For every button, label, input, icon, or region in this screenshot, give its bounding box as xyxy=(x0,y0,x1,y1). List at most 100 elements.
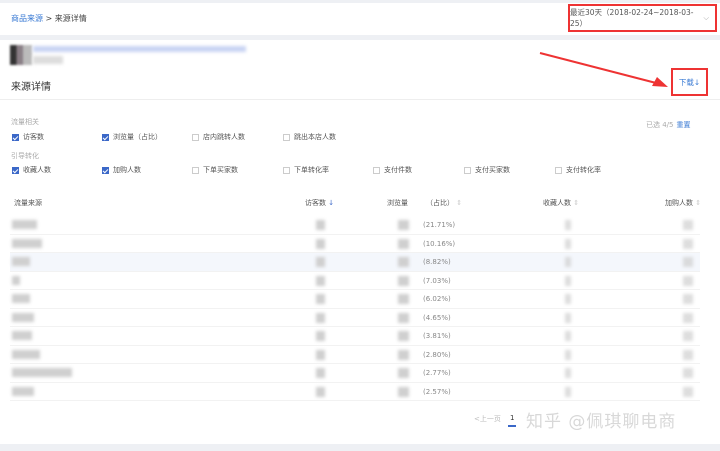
header-addcart-label: 加购人数 xyxy=(665,199,693,207)
source-blurred[interactable] xyxy=(12,349,40,359)
metric-checkbox[interactable]: 支付件数 xyxy=(373,165,412,175)
prev-page-button[interactable]: <上一页 xyxy=(474,414,501,424)
table-row[interactable]: (21.71%) xyxy=(10,216,700,235)
visitors-blurred xyxy=(316,294,325,304)
sort-icon: ⇕ xyxy=(695,199,702,207)
download-button[interactable]: 下载↓ xyxy=(671,68,708,96)
metric-checkbox[interactable]: 支付买家数 xyxy=(464,165,510,175)
checkbox-icon[interactable] xyxy=(192,166,199,174)
share-value: (4.65%) xyxy=(423,313,451,322)
page-1-button[interactable]: 1 xyxy=(508,414,517,427)
table-row[interactable]: (7.03%) xyxy=(10,272,700,290)
metric-checkbox[interactable]: 跳出本店人数 xyxy=(283,132,336,142)
addcart-blurred xyxy=(683,368,693,378)
header-visitors-label: 访客数 xyxy=(305,199,326,207)
visitors-blurred xyxy=(316,312,325,323)
addcart-blurred xyxy=(683,238,693,249)
metric-checkbox[interactable]: 支付转化率 xyxy=(555,165,601,175)
metric-checkbox[interactable]: 访客数 xyxy=(12,132,44,142)
reset-button[interactable]: 重置 xyxy=(677,121,691,129)
header-share-label: （占比） xyxy=(426,199,454,207)
checkbox-icon[interactable] xyxy=(192,133,199,141)
source-blurred[interactable] xyxy=(12,331,32,340)
table-row[interactable]: (2.80%) xyxy=(10,346,700,364)
date-range-label: 最近30天（2018-02-24~2018-03-25） xyxy=(570,8,694,28)
visitors-blurred xyxy=(316,257,325,267)
sort-icon: ⇕ xyxy=(456,199,463,207)
favorites-blurred xyxy=(565,220,571,230)
metric-label: 浏览量（占比） xyxy=(113,133,162,141)
header-addcart[interactable]: 加购人数 ⇕ xyxy=(665,198,701,208)
metric-checkbox[interactable]: 收藏人数 xyxy=(12,165,51,175)
addcart-blurred xyxy=(683,257,693,267)
metric-label: 店内跳转人数 xyxy=(203,133,245,141)
checkbox-icon[interactable] xyxy=(283,133,290,141)
metric-label: 访客数 xyxy=(23,133,44,141)
checkbox-icon[interactable] xyxy=(555,166,562,174)
checkbox-icon[interactable] xyxy=(373,166,380,174)
table-row[interactable]: (3.81%) xyxy=(10,327,700,346)
divider xyxy=(0,99,720,100)
checkbox-icon[interactable] xyxy=(283,166,290,174)
source-blurred[interactable] xyxy=(12,257,30,266)
share-value: (10.16%) xyxy=(423,239,456,248)
pageviews-blurred xyxy=(398,331,409,341)
table-row[interactable]: (8.82%) xyxy=(10,253,700,272)
checkbox-icon[interactable] xyxy=(464,166,471,174)
group-label-conversion: 引导转化 xyxy=(11,152,39,160)
source-blurred[interactable] xyxy=(12,220,37,229)
table-row[interactable]: (4.65%) xyxy=(10,309,700,327)
share-value: (7.03%) xyxy=(423,276,451,285)
checkbox-icon[interactable] xyxy=(12,166,19,174)
breadcrumb-separator: > xyxy=(45,14,53,23)
metric-checkbox[interactable]: 下单转化率 xyxy=(283,165,329,175)
pageviews-blurred xyxy=(398,386,409,397)
metric-label: 下单转化率 xyxy=(294,166,329,174)
checkbox-icon[interactable] xyxy=(102,133,109,141)
checkbox-icon[interactable] xyxy=(12,133,19,141)
header-share[interactable]: （占比） ⇕ xyxy=(426,198,462,208)
pageviews-blurred xyxy=(398,349,409,360)
favorites-blurred xyxy=(565,349,571,360)
metric-checkbox[interactable]: 店内跳转人数 xyxy=(192,132,245,142)
favorites-blurred xyxy=(565,257,571,267)
pageviews-blurred xyxy=(398,312,409,323)
addcart-blurred xyxy=(683,331,693,341)
share-value: (2.77%) xyxy=(423,369,451,377)
group-label-traffic: 流量相关 xyxy=(11,118,39,126)
visitors-blurred xyxy=(316,386,325,397)
metric-label: 支付转化率 xyxy=(566,166,601,174)
metric-checkbox[interactable]: 加购人数 xyxy=(102,165,141,175)
checkbox-icon[interactable] xyxy=(102,166,109,174)
addcart-blurred xyxy=(683,312,693,323)
source-blurred[interactable] xyxy=(12,386,34,396)
table-row[interactable]: (10.16%) xyxy=(10,235,700,253)
header-visitors[interactable]: 访客数 ↓ xyxy=(305,198,334,208)
metric-checkbox[interactable]: 下单买家数 xyxy=(192,165,238,175)
table-row[interactable]: (2.77%) xyxy=(10,364,700,383)
section-title: 来源详情 xyxy=(11,82,51,93)
metric-checkbox[interactable]: 浏览量（占比） xyxy=(102,132,162,142)
source-blurred[interactable] xyxy=(12,238,42,248)
table-row[interactable]: (2.57%) xyxy=(10,383,700,401)
header-favorites[interactable]: 收藏人数 ⇕ xyxy=(543,198,579,208)
header-source: 流量来源 xyxy=(14,199,42,207)
date-range-select[interactable]: 最近30天（2018-02-24~2018-03-25） ⌵ xyxy=(568,4,717,32)
share-value: (3.81%) xyxy=(423,332,451,340)
selected-text: 已选 4/5 xyxy=(646,121,674,129)
source-blurred[interactable] xyxy=(12,368,72,377)
share-value: (2.57%) xyxy=(423,387,451,396)
header-pageviews[interactable]: 浏览量 xyxy=(387,198,408,208)
pageviews-blurred xyxy=(398,368,409,378)
table-row[interactable]: (6.02%) xyxy=(10,290,700,309)
breadcrumb-parent[interactable]: 商品来源 xyxy=(11,14,43,23)
source-blurred[interactable] xyxy=(12,275,20,285)
metric-label: 支付买家数 xyxy=(475,166,510,174)
visitors-blurred xyxy=(316,238,325,249)
sort-icon: ⇕ xyxy=(573,199,580,207)
addcart-blurred xyxy=(683,294,693,304)
product-name-blurred[interactable] xyxy=(33,46,246,52)
source-blurred[interactable] xyxy=(12,294,30,303)
source-blurred[interactable] xyxy=(12,312,34,322)
metric-label: 收藏人数 xyxy=(23,166,51,174)
